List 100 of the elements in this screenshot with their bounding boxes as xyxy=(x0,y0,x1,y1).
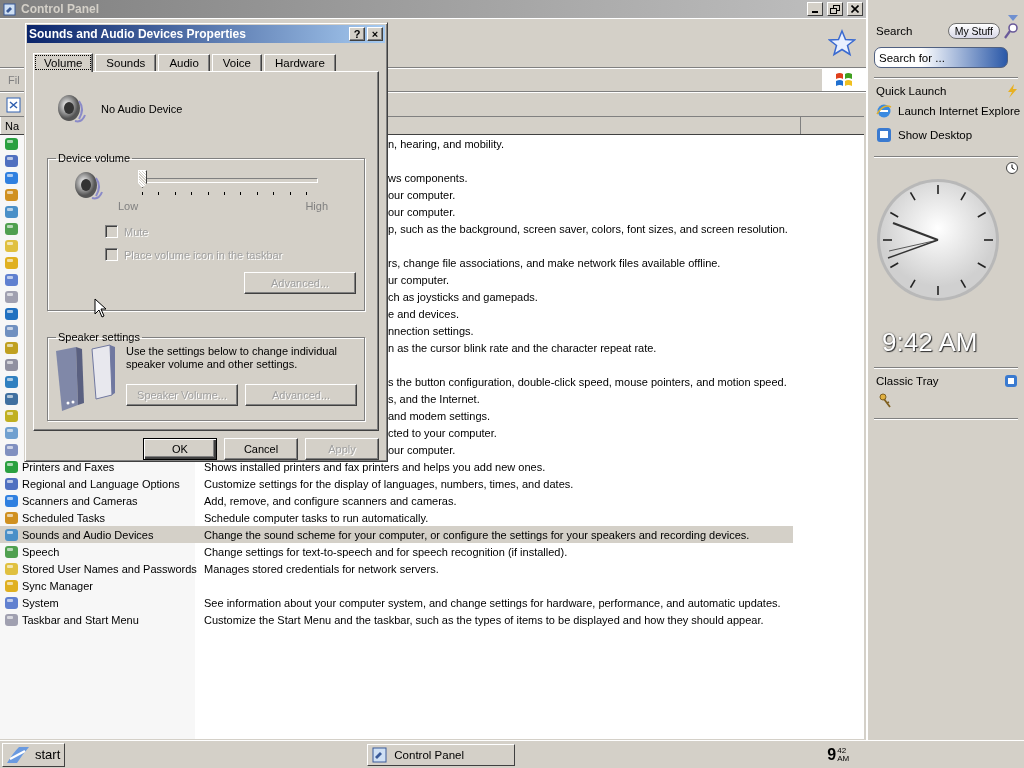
list-row[interactable]: Printers and Faxes Shows installed printers and fax printers and helps you add new ones. xyxy=(0,458,793,475)
applet-description: Customize the Start Menu and the taskbar, such as the types of items to be displayed and how they should appear. xyxy=(203,613,764,626)
applet-description: s the button configuration, double-click speed, mouse pointers, and motion speed. xyxy=(388,375,787,388)
list-row[interactable]: Speech Change settings for text-to-speech and for speech recognition (if installed). xyxy=(0,543,793,560)
taskbar-button[interactable]: Control Panel xyxy=(367,743,516,766)
tab[interactable]: Sounds xyxy=(95,54,157,71)
device-name: No Audio Device xyxy=(101,103,183,115)
keys-icon[interactable] xyxy=(878,393,892,409)
section-title: Quick Launch xyxy=(876,85,947,97)
tab[interactable]: Hardware xyxy=(263,54,336,71)
applet-description: our computer. xyxy=(388,188,456,201)
tray-icon[interactable] xyxy=(1004,374,1018,388)
clock-minute: 42 xyxy=(837,746,848,755)
clock-icon[interactable] xyxy=(1006,162,1018,174)
applet-description: Schedule computer tasks to run automatically. xyxy=(203,511,429,524)
globe-icon xyxy=(876,103,892,119)
group-title: Device volume xyxy=(57,152,132,164)
desktop-icon xyxy=(876,127,892,143)
search-icon[interactable] xyxy=(1004,23,1018,39)
applet-description: Change settings for text-to-speech and for speech recognition (if installed). xyxy=(203,545,568,558)
list-row[interactable]: System See information about your computer system, and change settings for hardware, performance, and automatic updates. xyxy=(0,594,793,611)
window-icon xyxy=(3,2,17,16)
applet-icon xyxy=(4,526,20,543)
list-row[interactable]: Taskbar and Start Menu Customize the Start Menu and the taskbar, such as the types of items to be displayed and how they should appear. xyxy=(0,611,793,628)
list-row[interactable]: Regional and Language Options Customize settings for the display of languages, numbers, times, and dates. xyxy=(0,475,793,492)
windows-flag-icon xyxy=(835,71,853,89)
applet-description: Add, remove, and configure scanners and cameras. xyxy=(203,494,457,507)
applet-description: e and devices. xyxy=(388,307,459,320)
restore-icon xyxy=(830,4,840,14)
section-title: Search xyxy=(876,25,914,37)
slider-thumb[interactable] xyxy=(138,170,147,188)
speaker-icon xyxy=(72,170,104,202)
search-field[interactable]: Search for ... xyxy=(874,47,1008,68)
quick-launch-item[interactable]: Show Desktop xyxy=(898,129,973,141)
cursor-icon xyxy=(94,298,107,318)
applet-description: Change the sound scheme for your computer, or configure the settings for your speakers and recording devices. xyxy=(203,528,750,541)
applet-description: n as the cursor blink rate and the character repeat rate. xyxy=(388,341,657,354)
speaker-icon xyxy=(55,93,87,125)
start-label: start xyxy=(35,747,61,762)
applet-description: Manages stored credentials for network servers. xyxy=(203,562,439,575)
speakers-icon xyxy=(54,343,116,413)
clock-period: AM xyxy=(837,754,850,763)
minimize-icon xyxy=(812,11,818,13)
applet-description: ws components. xyxy=(388,171,468,184)
close-button[interactable]: × xyxy=(367,27,383,41)
list-row[interactable]: Sync Manager xyxy=(0,577,793,594)
list-row[interactable]: Stored User Names and Passwords Manages stored credentials for network servers. xyxy=(0,560,793,577)
section-title: Classic Tray xyxy=(876,375,939,387)
quick-launch-item[interactable]: Launch Internet Explore xyxy=(898,105,1021,117)
applet-description: our computer. xyxy=(388,205,456,218)
applet-description: n, hearing, and mobility. xyxy=(388,137,504,150)
tab[interactable]: Voice xyxy=(211,54,262,71)
applet-name[interactable]: Scheduled Tasks xyxy=(22,511,199,524)
digital-clock: 9:42 AM xyxy=(882,327,979,358)
clock-hour: 9 xyxy=(827,745,837,764)
applet-description: our computer. xyxy=(388,443,456,456)
applet-name[interactable]: Sounds and Audio Devices xyxy=(22,528,199,541)
tab[interactable]: Volume xyxy=(33,53,94,72)
applet-description: See information about your computer system, and change settings for hardware, performance, and automatic updates. xyxy=(203,596,781,609)
applet-name[interactable]: Regional and Language Options xyxy=(22,477,199,490)
applet-description: Shows installed printers and fax printers and helps you add new ones. xyxy=(203,460,546,473)
applet-name[interactable]: Stored User Names and Passwords xyxy=(22,562,199,575)
applet-description: rs, change file associations, and make network files available offline. xyxy=(388,256,721,269)
applet-description: p, such as the background, screen saver, colors, font sizes, and screen resolution. xyxy=(388,222,788,235)
applet-name[interactable]: Taskbar and Start Menu xyxy=(22,613,199,626)
tab[interactable]: Audio xyxy=(158,54,210,71)
slider-label: Low xyxy=(118,200,139,212)
dialog-button[interactable]: Cancel xyxy=(224,438,298,460)
window-icon xyxy=(372,746,389,763)
applet-description: Customize settings for the display of languages, numbers, times, and dates. xyxy=(203,477,574,490)
document-icon[interactable] xyxy=(6,96,22,113)
applet-description: ur computer. xyxy=(388,273,450,286)
list-row[interactable]: Sounds and Audio Devices Change the sound scheme for your computer, or configure the settings for your speakers and recording devices. xyxy=(0,526,793,543)
my-stuff-button[interactable]: My Stuff xyxy=(947,23,1000,39)
applet-description: nnection settings. xyxy=(388,324,474,337)
lightning-icon xyxy=(1006,84,1018,98)
applet-name[interactable]: Scanners and Cameras xyxy=(22,494,199,507)
help-button[interactable]: ? xyxy=(349,27,365,41)
minimize-button[interactable] xyxy=(807,2,823,16)
close-icon xyxy=(851,5,859,13)
slider-label: High xyxy=(305,200,328,212)
applet-description: and modem settings. xyxy=(388,409,491,422)
description-text: Use the settings below to change individual speaker volume and other settings. xyxy=(126,345,338,371)
applet-description: ch as joysticks and gamepads. xyxy=(388,290,538,303)
list-row[interactable]: Scanners and Cameras Add, remove, and configure scanners and cameras. xyxy=(0,492,793,509)
window-title: Control Panel xyxy=(21,2,100,16)
star-icon[interactable] xyxy=(828,29,856,57)
applet-description: cted to your computer. xyxy=(388,426,497,439)
group-title: Speaker settings xyxy=(57,331,141,343)
applet-name[interactable]: Printers and Faxes xyxy=(22,460,199,473)
applet-name[interactable]: System xyxy=(22,596,199,609)
start-button[interactable]: start xyxy=(2,742,66,767)
applet-description: s, and the Internet. xyxy=(388,392,480,405)
close-button[interactable] xyxy=(847,2,863,16)
list-row[interactable]: Scheduled Tasks Schedule computer tasks to run automatically. xyxy=(0,509,793,526)
applet-name[interactable]: Speech xyxy=(22,545,199,558)
applet-name[interactable]: Sync Manager xyxy=(22,579,199,592)
dialog-title: Sounds and Audio Devices Properties xyxy=(29,27,247,41)
dialog-button[interactable]: OK xyxy=(143,438,217,460)
restore-button[interactable] xyxy=(827,2,843,16)
